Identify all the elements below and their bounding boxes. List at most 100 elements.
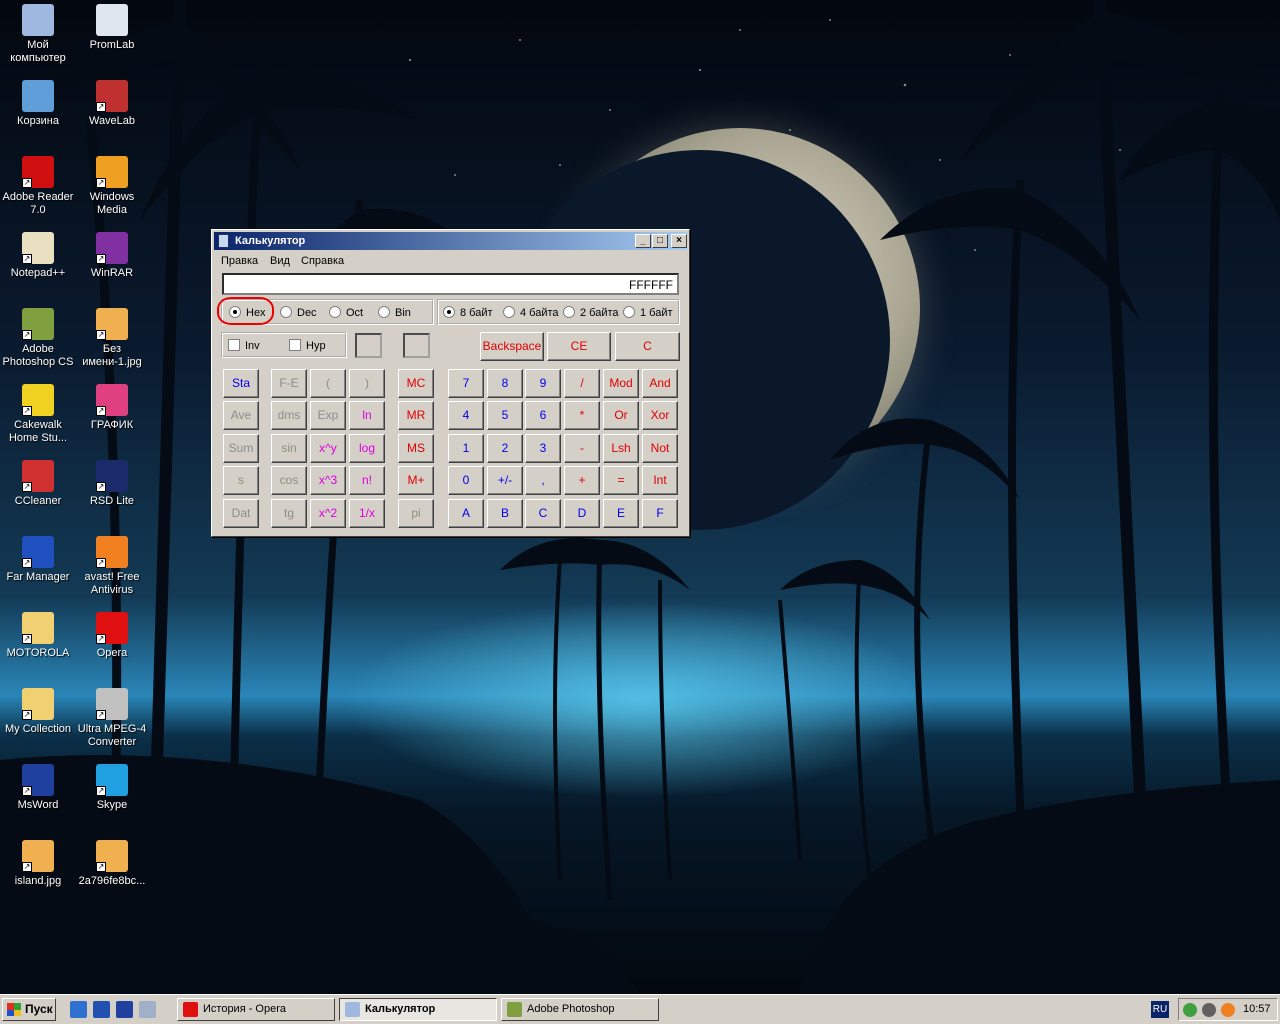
menu-help[interactable]: Справка — [301, 255, 344, 267]
desktop-icon[interactable]: ↗ Windows Media — [74, 156, 150, 217]
key-F[interactable]: F — [642, 499, 678, 528]
desktop-icon[interactable]: ↗ CCleaner — [0, 460, 76, 508]
key-x_3[interactable]: x^3 — [310, 466, 346, 495]
key-ln[interactable]: ln — [349, 401, 385, 430]
hyp-checkbox[interactable]: Hyp — [289, 339, 326, 352]
language-indicator[interactable]: RU — [1151, 1001, 1169, 1018]
key-_[interactable]: +/- — [487, 466, 523, 495]
key-E[interactable]: E — [603, 499, 639, 528]
desktop-icon[interactable]: ↗ ГРАФИК — [74, 384, 150, 432]
ce-button[interactable]: CE — [547, 332, 611, 361]
desktop-icon[interactable]: ↗ Без имени-1.jpg — [74, 308, 150, 369]
calculator-icon[interactable] — [139, 1001, 156, 1018]
avast-tray-icon[interactable] — [1221, 1003, 1235, 1017]
desktop-icon[interactable]: ↗ WinRAR — [74, 232, 150, 280]
radio-bin[interactable]: Bin — [378, 306, 411, 320]
key-4[interactable]: 4 — [448, 401, 484, 430]
ie-icon[interactable] — [70, 1001, 87, 1018]
title-bar[interactable]: Калькулятор _ □ × — [214, 232, 687, 250]
key-Mod[interactable]: Mod — [603, 369, 639, 398]
key-tg[interactable]: tg — [271, 499, 307, 528]
key-_[interactable]: ( — [310, 369, 346, 398]
menu-edit[interactable]: Правка — [221, 255, 258, 267]
key-0[interactable]: 0 — [448, 466, 484, 495]
backspace-button[interactable]: Backspace — [480, 332, 544, 361]
key-8[interactable]: 8 — [487, 369, 523, 398]
key-MC[interactable]: MC — [398, 369, 434, 398]
menu-view[interactable]: Вид — [270, 255, 290, 267]
key-D[interactable]: D — [564, 499, 600, 528]
key-Dat[interactable]: Dat — [223, 499, 259, 528]
desktop-icon[interactable]: ↗ avast! Free Antivirus — [74, 536, 150, 597]
desktop-icon[interactable]: ↗ RSD Lite — [74, 460, 150, 508]
word-icon[interactable] — [116, 1001, 133, 1018]
key-7[interactable]: 7 — [448, 369, 484, 398]
desktop-icon[interactable]: ↗ 2a796fe8bc... — [74, 840, 150, 888]
key-_[interactable]: * — [564, 401, 600, 430]
key-Or[interactable]: Or — [603, 401, 639, 430]
key-dms[interactable]: dms — [271, 401, 307, 430]
taskbar-button[interactable]: Adobe Photoshop — [501, 998, 659, 1021]
key-MS[interactable]: MS — [398, 434, 434, 463]
key-Int[interactable]: Int — [642, 466, 678, 495]
start-button[interactable]: Пуск — [2, 998, 56, 1021]
key-x_2[interactable]: x^2 — [310, 499, 346, 528]
key-s[interactable]: s — [223, 466, 259, 495]
close-button[interactable]: × — [671, 234, 687, 248]
key-_[interactable]: + — [564, 466, 600, 495]
volume-icon[interactable] — [1202, 1003, 1216, 1017]
key-Exp[interactable]: Exp — [310, 401, 346, 430]
key-5[interactable]: 5 — [487, 401, 523, 430]
desktop-icon[interactable]: ↗ WaveLab — [74, 80, 150, 128]
key-pi[interactable]: pi — [398, 499, 434, 528]
key-Xor[interactable]: Xor — [642, 401, 678, 430]
key-_[interactable]: = — [603, 466, 639, 495]
radio-1-byte[interactable]: 1 байт — [623, 306, 673, 320]
key-C[interactable]: C — [525, 499, 561, 528]
key-Lsh[interactable]: Lsh — [603, 434, 639, 463]
key-Ave[interactable]: Ave — [223, 401, 259, 430]
key-MR[interactable]: MR — [398, 401, 434, 430]
radio-2-bytes[interactable]: 2 байта — [563, 306, 619, 320]
maximize-button[interactable]: □ — [652, 234, 668, 248]
desktop-icon[interactable]: Корзина — [0, 80, 76, 128]
key-sin[interactable]: sin — [271, 434, 307, 463]
minimize-button[interactable]: _ — [635, 234, 651, 248]
desktop-icon[interactable]: ↗ Skype — [74, 764, 150, 812]
clear-button[interactable]: C — [615, 332, 680, 361]
radio-8-bytes[interactable]: 8 байт — [443, 306, 493, 320]
desktop-icon[interactable]: ↗ MOTOROLA — [0, 612, 76, 660]
key-_[interactable]: ) — [349, 369, 385, 398]
key-M_[interactable]: M+ — [398, 466, 434, 495]
radio-dec[interactable]: Dec — [280, 306, 317, 320]
key-Sta[interactable]: Sta — [223, 369, 259, 398]
key-6[interactable]: 6 — [525, 401, 561, 430]
key-n_[interactable]: n! — [349, 466, 385, 495]
desktop-icon[interactable]: ↗ Notepad++ — [0, 232, 76, 280]
show-desktop-icon[interactable] — [93, 1001, 110, 1018]
taskbar-button[interactable]: История - Opera — [177, 998, 335, 1021]
taskbar-button[interactable]: Калькулятор — [339, 998, 497, 1021]
desktop-icon[interactable]: ↗ Adobe Reader 7.0 — [0, 156, 76, 217]
key-B[interactable]: B — [487, 499, 523, 528]
key-1[interactable]: 1 — [448, 434, 484, 463]
desktop-icon[interactable]: ↗ MsWord — [0, 764, 76, 812]
desktop-icon[interactable]: Мой компьютер — [0, 4, 76, 65]
network-icon[interactable] — [1183, 1003, 1197, 1017]
key-cos[interactable]: cos — [271, 466, 307, 495]
key-1_x[interactable]: 1/x — [349, 499, 385, 528]
key-3[interactable]: 3 — [525, 434, 561, 463]
desktop-icon[interactable]: ↗ Opera — [74, 612, 150, 660]
desktop-icon[interactable]: ↗ Cakewalk Home Stu... — [0, 384, 76, 445]
key-F_E[interactable]: F-E — [271, 369, 307, 398]
key-Sum[interactable]: Sum — [223, 434, 259, 463]
calculator-window[interactable]: Калькулятор _ □ × Правка Вид Справка FFF… — [211, 229, 690, 537]
key-9[interactable]: 9 — [525, 369, 561, 398]
desktop-icon[interactable]: ↗ Adobe Photoshop CS — [0, 308, 76, 369]
key-x_y[interactable]: x^y — [310, 434, 346, 463]
desktop-icon[interactable]: ↗ Ultra MPEG-4 Converter — [74, 688, 150, 749]
desktop-icon[interactable]: ↗ Far Manager — [0, 536, 76, 584]
key-_[interactable]: / — [564, 369, 600, 398]
desktop-icon[interactable]: PromLab — [74, 4, 150, 52]
key-_[interactable]: , — [525, 466, 561, 495]
